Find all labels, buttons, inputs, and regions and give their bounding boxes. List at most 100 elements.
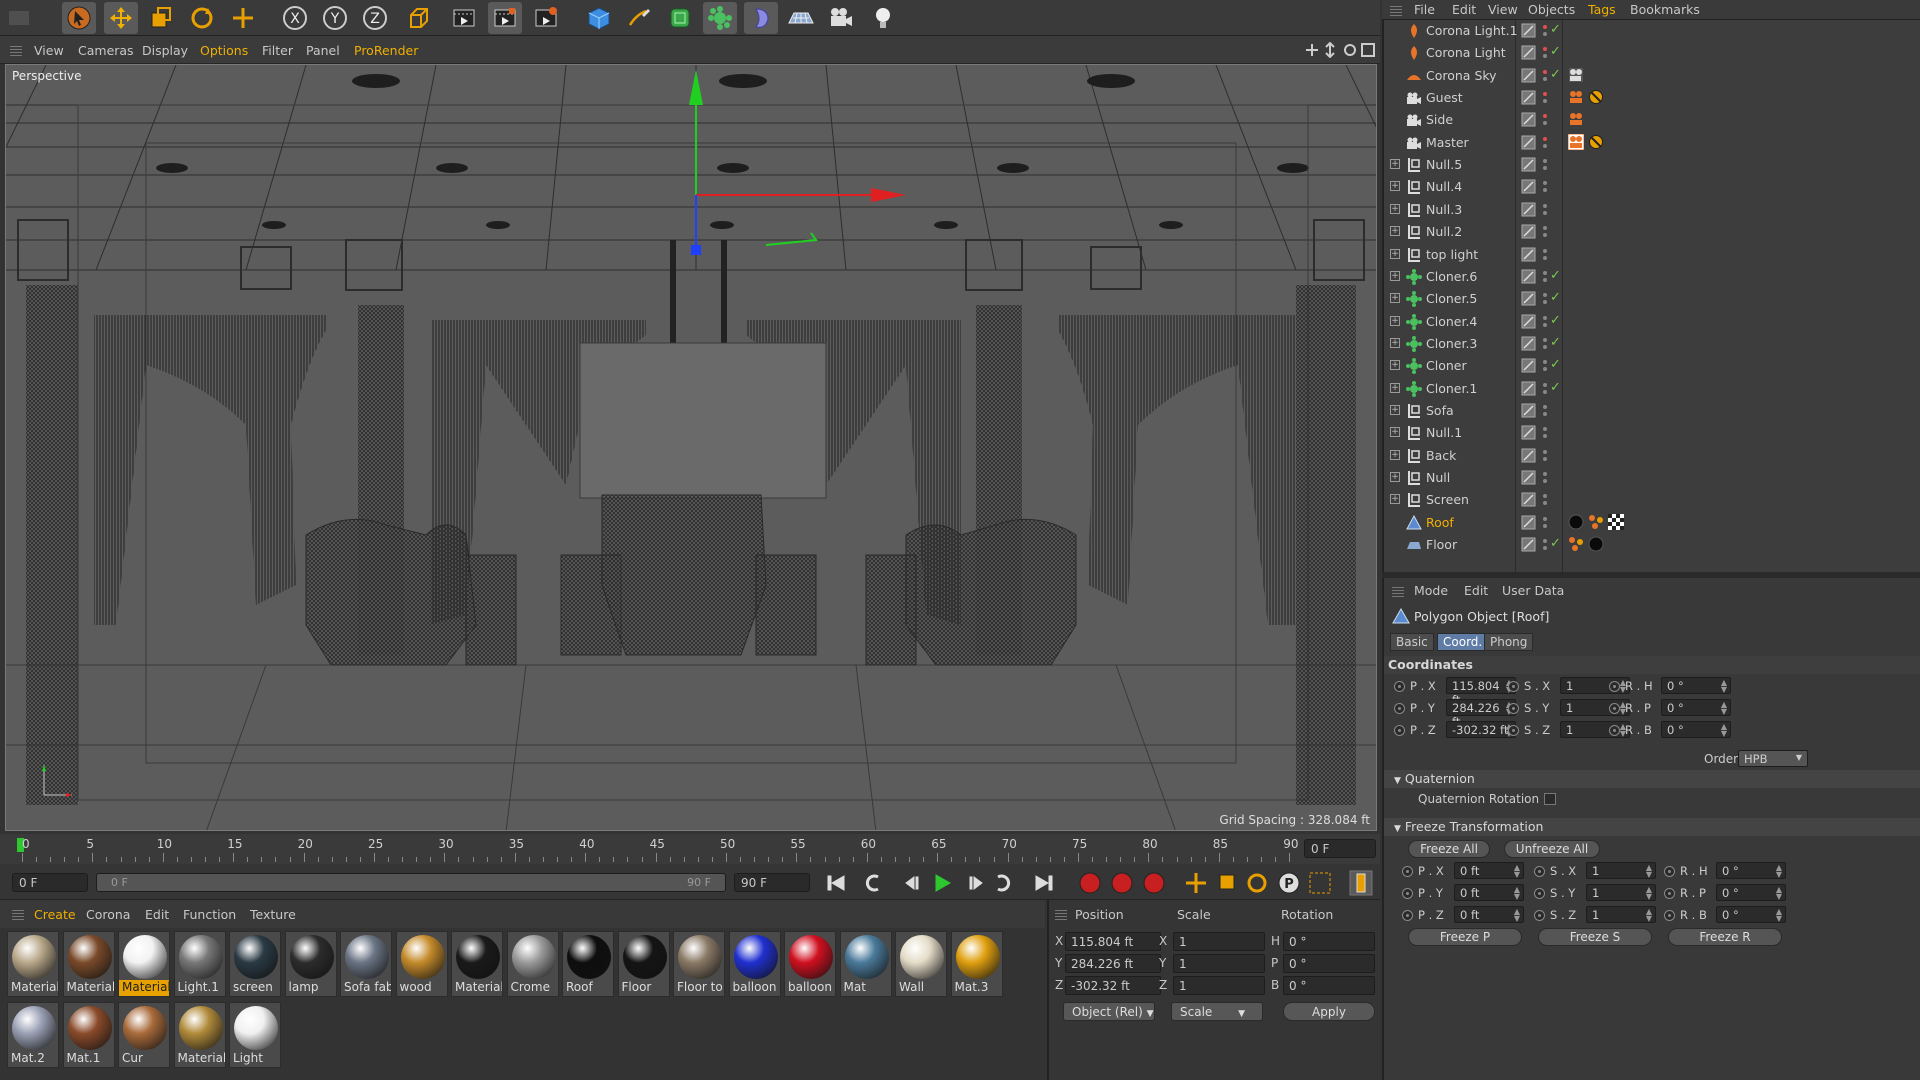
render-visibility-dots-icon[interactable]: [1540, 381, 1550, 397]
panel-grip-icon[interactable]: [1392, 585, 1404, 597]
scale-icon[interactable]: [144, 2, 178, 34]
enabled-check-icon[interactable]: ✓: [1550, 380, 1564, 396]
attribute-rotation-field[interactable]: 0 ° ▲ ▼: [1661, 721, 1731, 738]
object-menu-file[interactable]: File: [1414, 2, 1435, 17]
layer-visibility-icon[interactable]: [1521, 247, 1537, 263]
quaternion-section-header[interactable]: ▼ Quaternion: [1384, 770, 1920, 788]
object-name[interactable]: Null: [1426, 470, 1450, 485]
keyframe-radio-icon[interactable]: [1534, 910, 1545, 921]
viewport-menu-display[interactable]: Display: [142, 43, 188, 58]
object-name[interactable]: Cloner.6: [1426, 269, 1477, 284]
object-name[interactable]: Side: [1426, 112, 1453, 127]
keyframe-radio-icon[interactable]: [1508, 703, 1519, 714]
layer-visibility-icon[interactable]: [1521, 157, 1537, 173]
layer-visibility-icon[interactable]: [1521, 403, 1537, 419]
enabled-check-icon[interactable]: [1550, 223, 1564, 239]
attribute-position-field[interactable]: 0 ft ▲ ▼: [1454, 862, 1524, 879]
render-visibility-dots-icon[interactable]: [1540, 470, 1550, 486]
freeze-all-button[interactable]: Freeze All: [1408, 840, 1490, 858]
enabled-check-icon[interactable]: ✓: [1550, 22, 1564, 38]
previous-frame-icon[interactable]: [905, 876, 919, 890]
expand-toggle-icon[interactable]: +: [1390, 472, 1400, 482]
enabled-check-icon[interactable]: ✓: [1550, 536, 1564, 552]
object-name[interactable]: Guest: [1426, 90, 1463, 105]
enabled-check-icon[interactable]: ✓: [1550, 357, 1564, 373]
object-name[interactable]: Null.5: [1426, 157, 1462, 172]
enabled-check-icon[interactable]: [1550, 246, 1564, 262]
rotate-icon[interactable]: [185, 2, 219, 34]
layer-visibility-icon[interactable]: [1521, 515, 1537, 531]
3d-viewport[interactable]: Perspective Grid Spacing : 328.084 ft: [5, 64, 1377, 831]
orange-camera-tag-icon[interactable]: [1568, 89, 1584, 107]
layer-visibility-icon[interactable]: [1521, 269, 1537, 285]
expand-toggle-icon[interactable]: +: [1390, 203, 1400, 214]
expand-toggle-icon[interactable]: +: [1390, 360, 1400, 371]
panel-grip-icon[interactable]: [1390, 4, 1402, 16]
key-parameter-icon[interactable]: P: [1278, 872, 1300, 894]
render-visibility-dots-icon[interactable]: [1540, 224, 1550, 240]
x-axis-lock-icon[interactable]: X: [278, 2, 312, 34]
material-swatch[interactable]: Wall: [895, 931, 947, 997]
object-name[interactable]: Sofa: [1426, 403, 1454, 418]
render-visibility-dots-icon[interactable]: [1540, 403, 1550, 419]
object-row[interactable]: + Null.1: [1384, 422, 1920, 444]
keyframe-radio-icon[interactable]: [1534, 888, 1545, 899]
object-row[interactable]: + Back: [1384, 445, 1920, 467]
object-menu-view[interactable]: View: [1488, 2, 1518, 17]
material-swatch[interactable]: Material: [7, 931, 59, 997]
layer-visibility-icon[interactable]: [1521, 470, 1537, 486]
object-row[interactable]: Corona Sky ✓: [1384, 65, 1920, 87]
keyframe-radio-icon[interactable]: [1394, 681, 1405, 692]
render-visibility-dots-icon[interactable]: [1540, 157, 1550, 173]
keyframe-radio-icon[interactable]: [1609, 681, 1620, 692]
expand-toggle-icon[interactable]: +: [1390, 248, 1400, 259]
render-visibility-dots-icon[interactable]: [1540, 23, 1550, 39]
key-position-icon[interactable]: [1186, 873, 1206, 893]
layer-visibility-icon[interactable]: [1521, 537, 1537, 553]
start-frame-field[interactable]: 0 F: [12, 873, 88, 892]
viewport-camera-name[interactable]: Perspective: [12, 69, 82, 83]
material-menu-texture[interactable]: Texture: [250, 907, 296, 922]
keyframe-radio-icon[interactable]: [1402, 888, 1413, 899]
panel-grip-icon[interactable]: [1055, 908, 1067, 920]
expand-toggle-icon[interactable]: +: [1390, 427, 1400, 438]
black-material-tag-icon[interactable]: [1588, 536, 1604, 554]
light-icon[interactable]: [866, 2, 900, 34]
object-row[interactable]: Guest: [1384, 87, 1920, 109]
orange-camera-tag-icon[interactable]: [1568, 111, 1584, 129]
coord-rotation-b[interactable]: 0 °: [1283, 976, 1375, 995]
object-menu-objects[interactable]: Objects: [1528, 2, 1575, 17]
material-swatch[interactable]: Material: [62, 931, 115, 997]
attribute-position-field[interactable]: 0 ft ▲ ▼: [1454, 884, 1524, 901]
viewport-menu-cameras[interactable]: Cameras: [78, 43, 134, 58]
spinner-arrows-icon[interactable]: ▲▼: [1776, 864, 1782, 879]
tab-phong[interactable]: Phong: [1484, 633, 1534, 651]
material-swatch[interactable]: Light: [229, 1002, 281, 1068]
material-menu-function[interactable]: Function: [183, 907, 236, 922]
enabled-check-icon[interactable]: [1550, 447, 1564, 463]
attribute-rotation-field[interactable]: 0 ° ▲ ▼: [1661, 699, 1731, 716]
floor-icon[interactable]: [784, 2, 818, 34]
object-name[interactable]: Cloner.1: [1426, 381, 1477, 396]
go-to-end-icon[interactable]: [1035, 875, 1053, 891]
layer-visibility-icon[interactable]: [1521, 425, 1537, 441]
material-swatch[interactable]: balloon: [728, 931, 781, 997]
object-name[interactable]: Back: [1426, 448, 1456, 463]
object-menu-edit[interactable]: Edit: [1452, 2, 1476, 17]
material-swatch[interactable]: Material: [451, 931, 503, 997]
object-name[interactable]: Null.2: [1426, 224, 1462, 239]
end-frame-field[interactable]: 90 F: [734, 873, 810, 892]
enabled-check-icon[interactable]: [1550, 201, 1564, 217]
coord-scale-y[interactable]: 1: [1173, 954, 1265, 973]
key-rotation-icon[interactable]: [1247, 873, 1267, 893]
viewport-menu-options[interactable]: Options: [200, 43, 248, 58]
coordinate-system-icon[interactable]: [401, 2, 435, 34]
freeze-p-button[interactable]: Freeze P: [1408, 928, 1522, 946]
render-visibility-dots-icon[interactable]: [1540, 492, 1550, 508]
keyframe-radio-icon[interactable]: [1664, 888, 1675, 899]
keyframe-radio-icon[interactable]: [1508, 725, 1519, 736]
coord-position-y[interactable]: 284.226 ft: [1065, 954, 1161, 973]
attribute-rotation-field[interactable]: 0 ° ▲ ▼: [1716, 906, 1786, 923]
expand-toggle-icon[interactable]: +: [1390, 382, 1400, 393]
render-picture-viewer-icon[interactable]: [488, 2, 522, 34]
